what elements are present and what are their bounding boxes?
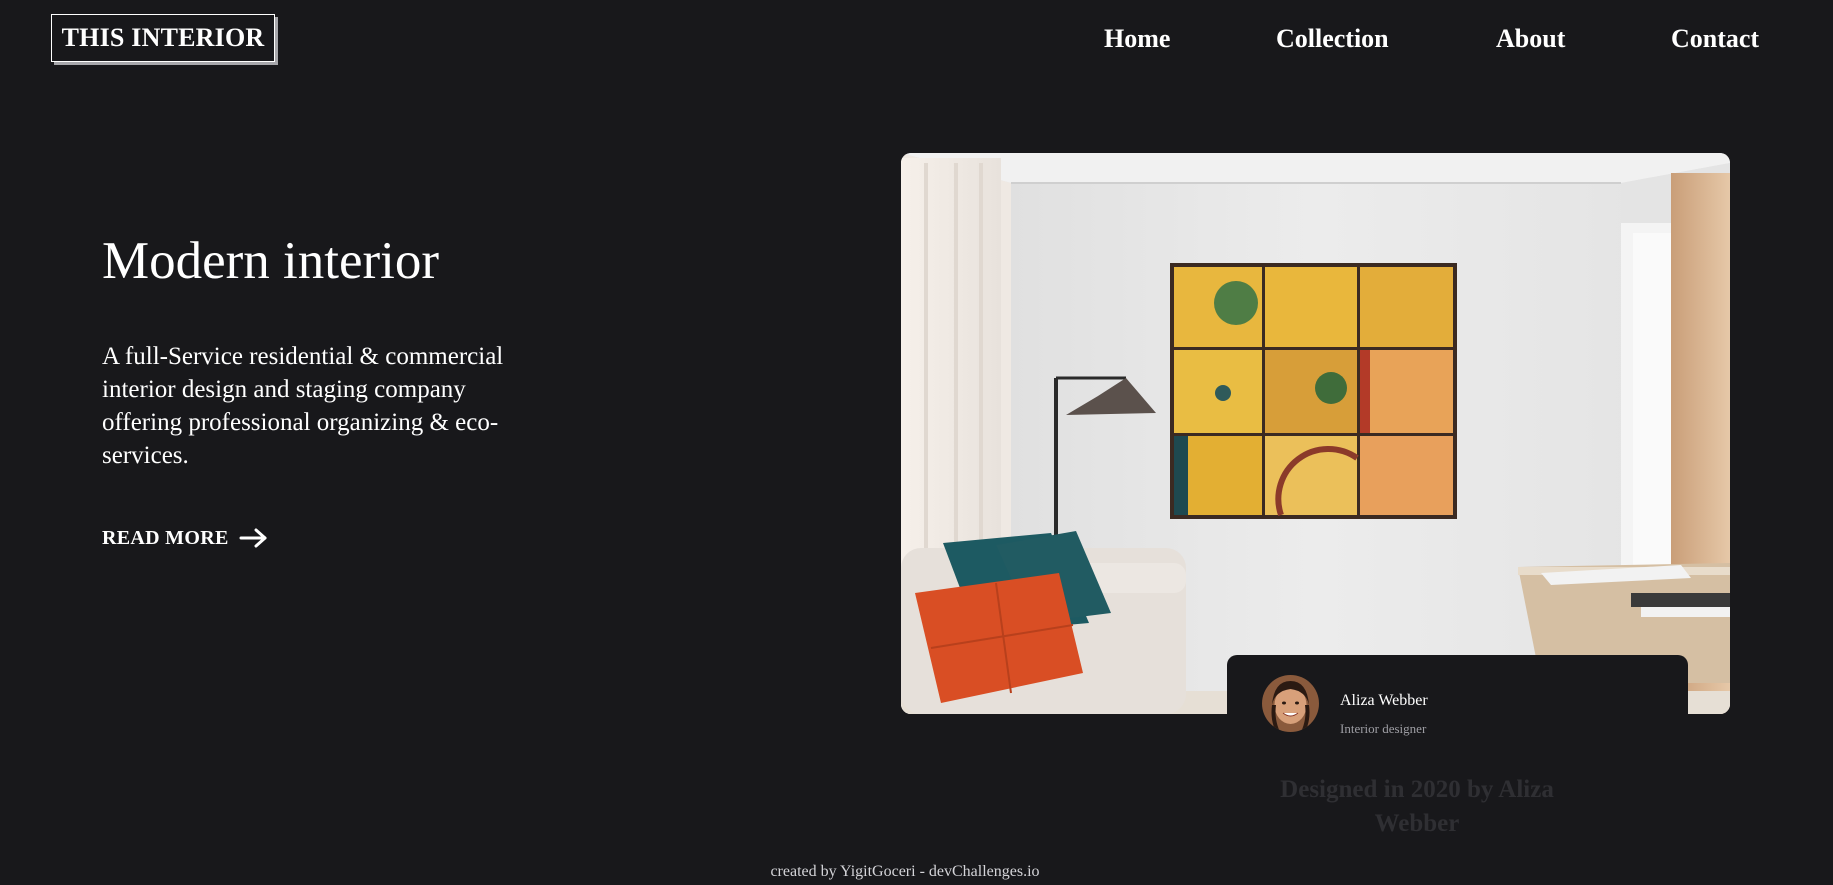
read-more-link[interactable]: READ MORE (102, 523, 269, 553)
nav-home[interactable]: Home (1104, 20, 1170, 58)
main-nav: Home Collection About Contact (0, 20, 1833, 60)
hero-description: A full-Service residential & commercial … (102, 343, 504, 469)
page: THIS INTERIOR Home Collection About Cont… (0, 0, 1833, 885)
designer-avatar (1262, 675, 1319, 732)
designed-in-caption: Designed in 2020 by Aliza Webber (1280, 776, 1554, 837)
hero-title: Modern interior (102, 232, 440, 290)
designer-role: Interior designer (1340, 721, 1427, 736)
nav-collection[interactable]: Collection (1276, 20, 1389, 58)
nav-about[interactable]: About (1496, 20, 1565, 58)
designer-name: Aliza Webber (1340, 692, 1428, 709)
hero-interior-image (901, 153, 1730, 714)
footer-credit: created by YigitGoceri - devChallenges.i… (770, 863, 1040, 880)
arrow-right-icon (239, 527, 269, 549)
read-more-label: READ MORE (102, 527, 229, 549)
nav-contact[interactable]: Contact (1671, 20, 1759, 58)
